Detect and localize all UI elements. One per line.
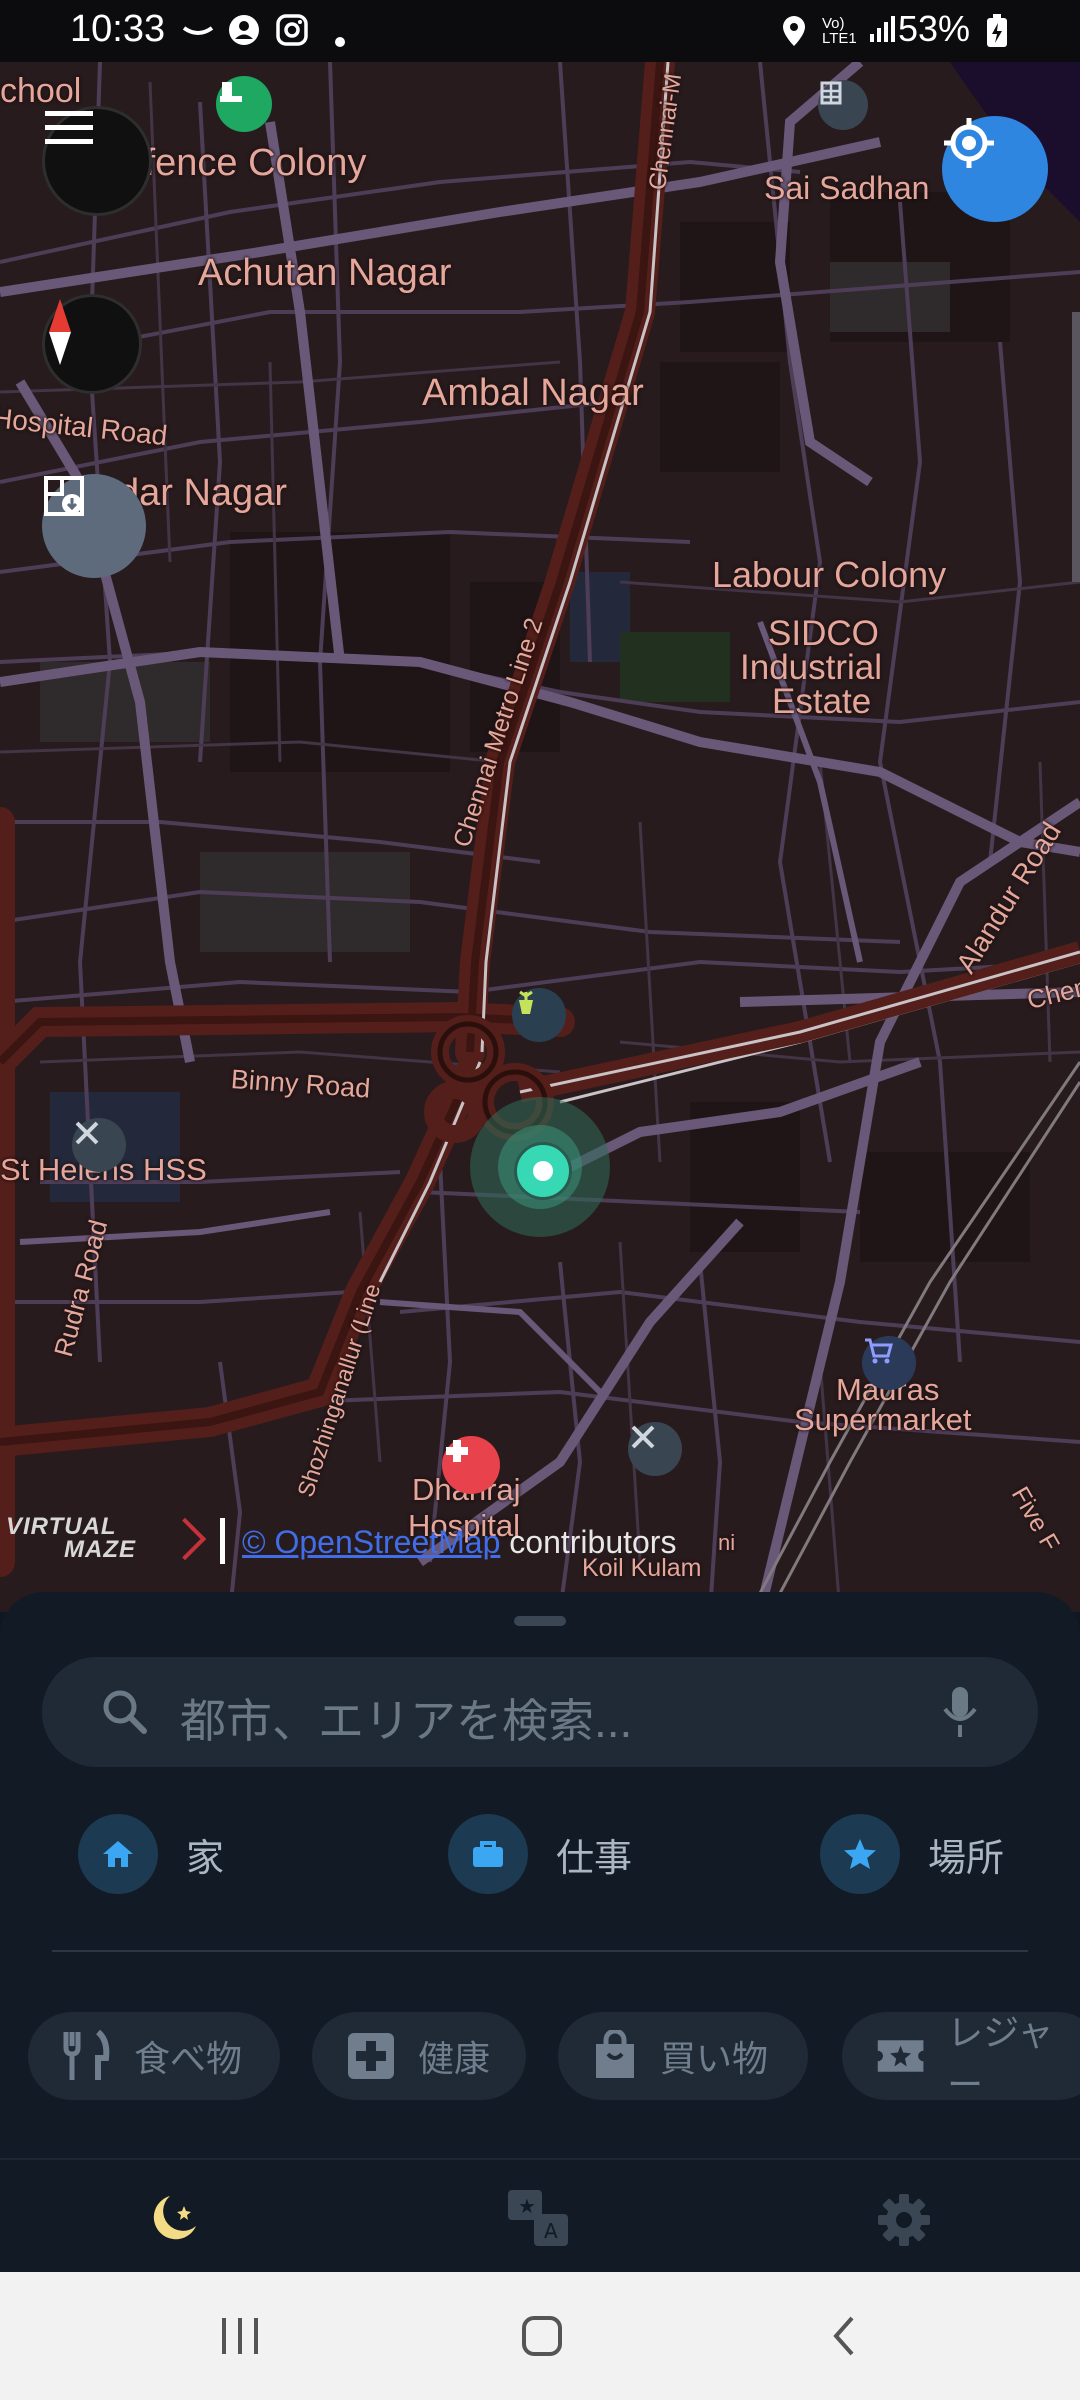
star-icon [820,1814,900,1894]
recent-apps-icon [222,2318,258,2354]
back-chevron-icon [833,2316,854,2356]
osm-link[interactable]: © OpenStreetMap [242,1524,500,1560]
battery-text: 53% [897,8,970,49]
attribution: © OpenStreetMap contributors [242,1524,676,1561]
svg-text:A: A [544,2219,558,2243]
home-icon [78,1814,158,1894]
search-input[interactable]: 都市、エリアを検索... [180,1685,632,1751]
current-location-dot-icon [514,1142,572,1200]
attribution-divider [220,1518,225,1564]
category-label: 買い物 [660,2038,769,2079]
map-label-madras-2: Supermarket [794,1402,972,1437]
category-chip-shopping[interactable]: 買い物 [558,2012,808,2100]
poi-building-marker-icon[interactable] [818,80,868,130]
settings-tab[interactable] [876,2192,932,2248]
map-label-labour-colony: Labour Colony [712,554,947,595]
quick-place-home[interactable]: 家 [78,1814,224,1894]
missed-call-icon [180,14,216,52]
poi-construction-marker-icon[interactable] [72,1118,126,1172]
compass-button[interactable] [42,294,142,394]
gear-icon [878,2194,930,2246]
offline-maps-button[interactable] [42,474,146,578]
virtual-maze-logo: VIRTUAL MAZE [6,1515,207,1566]
home-nav-icon [522,2316,562,2356]
home-button[interactable] [520,2314,564,2363]
dot-icon [334,22,346,56]
compass-icon [49,299,71,365]
quick-place-label: 場所 [928,1837,1005,1880]
battery-icon [986,14,1008,56]
attribution-text: contributors [509,1524,677,1560]
quick-place-saved[interactable]: 場所 [820,1814,1004,1894]
location-icon [780,14,808,56]
map-label-school: chool [0,72,82,110]
map-label-kulam-top: ni [718,1530,736,1555]
poi-supermarket-marker-icon[interactable] [862,1336,916,1390]
status-time: 10:33 [70,8,166,50]
briefcase-icon [448,1814,528,1894]
quick-place-label: 家 [186,1837,225,1880]
map-label-achutan-nagar: Achutan Nagar [198,252,452,294]
poi-park-marker-icon[interactable] [512,988,566,1042]
fork-knife-icon [63,2030,110,2080]
account-icon [228,14,260,54]
menu-button[interactable] [42,106,152,216]
category-label: 食べ物 [134,2038,243,2079]
moon-star-icon [153,2196,196,2240]
night-mode-tab[interactable] [146,2190,202,2246]
microphone-icon[interactable] [942,1685,978,1739]
category-chip-leisure[interactable]: レジャー [842,2012,1080,2105]
bottom-tab-bar: ★ A [0,2158,1080,2274]
poi-school-marker-icon[interactable] [216,76,272,132]
map-view[interactable]: chool Defence Colony Sai Sadhan Achutan … [0,62,1080,1612]
status-bar: 10:33 Vo) LTE1 53% [0,0,1080,62]
sheet-divider [52,1950,1028,1952]
map-download-icon [44,476,84,516]
poi-construction-marker-2-icon[interactable] [628,1422,682,1476]
instagram-icon [276,14,308,54]
category-label: レジャー [947,2012,1054,2105]
quick-place-label: 仕事 [556,1837,633,1880]
search-icon [103,1690,147,1734]
translate-icon: ★A [508,2190,568,2246]
translate-tab[interactable]: ★ A [506,2188,572,2250]
back-button[interactable] [826,2314,862,2363]
ticket-star-icon [877,2040,924,2072]
category-chip-food[interactable]: 食べ物 [28,2012,280,2100]
poi-hospital-marker-icon[interactable] [442,1436,500,1494]
category-chip-health[interactable]: 健康 [312,2012,526,2100]
hamburger-menu-icon [45,111,93,144]
signal-icon [868,14,898,52]
my-location-button[interactable] [942,116,1048,222]
svg-text:★: ★ [518,2194,536,2218]
map-label-dar-nagar: dar Nagar [118,472,287,514]
volte-lte-icon: Vo) LTE1 [822,15,857,47]
medical-cross-icon [348,2033,394,2079]
sheet-drag-handle[interactable] [514,1616,566,1626]
system-nav-bar [0,2272,1080,2400]
map-label-ambal-nagar: Ambal Nagar [422,372,644,414]
recent-apps-button[interactable] [218,2316,262,2361]
crosshair-icon [944,118,994,168]
category-label: 健康 [418,2038,491,2079]
search-bar[interactable]: 都市、エリアを検索... [42,1657,1038,1767]
shopping-bag-icon [596,2030,634,2078]
map-label-sidco-3: Estate [772,682,872,721]
map-label-sai-sadhan: Sai Sadhan [764,170,930,206]
quick-place-work[interactable]: 仕事 [448,1814,632,1894]
